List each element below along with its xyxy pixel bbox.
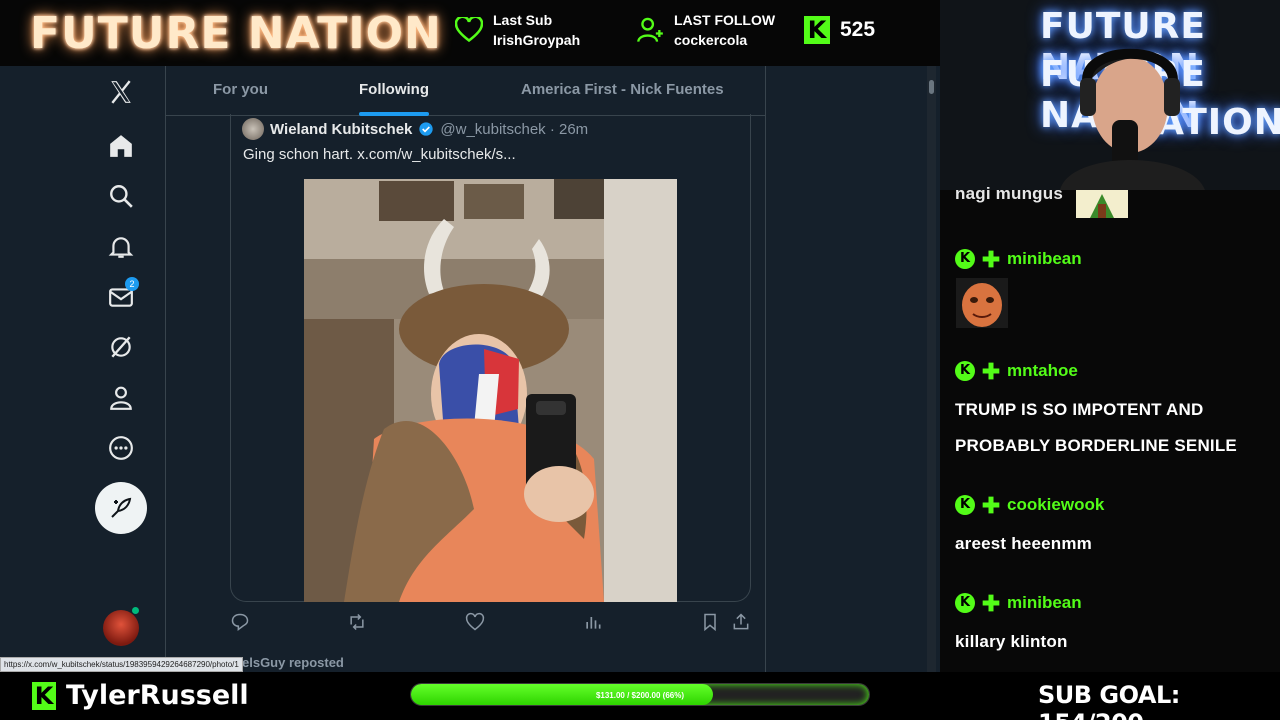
subscriber-badge-icon — [982, 250, 1000, 268]
chat-username[interactable]: minibean — [1007, 249, 1082, 269]
last-follow-alert: LAST FOLLOW cockercola — [636, 10, 775, 50]
tweet-photo[interactable] — [304, 179, 677, 602]
bookmark-icon[interactable] — [700, 612, 720, 632]
chat-username[interactable]: mntahoe — [1007, 361, 1078, 381]
chat-message-text-line-2: PROBABLY BORDERLINE SENILE — [955, 436, 1237, 455]
selfie-photo-image — [304, 179, 677, 602]
add-user-icon — [637, 17, 663, 42]
kick-badge-icon: K — [955, 249, 975, 269]
author-name[interactable]: Wieland Kubitschek — [270, 121, 412, 138]
last-sub-name: IrishGroypah — [493, 32, 581, 48]
sub-goal-text: SUB GOAL: 154/200 — [1038, 681, 1180, 720]
tweet-text[interactable]: Ging schon hart. x.com/w_kubitschek/s... — [243, 146, 516, 163]
streamer-silhouette — [1060, 48, 1205, 190]
browser-scrollbar[interactable] — [927, 66, 936, 672]
account-avatar[interactable] — [103, 610, 139, 646]
chat-username[interactable]: minibean — [1007, 593, 1082, 613]
stream-chat: nagi mungus K minibean K mntahoe TRUMP I… — [940, 184, 1280, 672]
feather-quill-icon — [111, 497, 132, 518]
donation-goal-progress-bar: $131.00 / $200.00 (66%) — [410, 683, 870, 706]
future-nation-logo: FUTURE NATION — [30, 8, 442, 59]
messages-badge: 2 — [125, 277, 139, 291]
next-post-repost-label[interactable]: elsGuy reposted — [242, 655, 344, 670]
progress-text: $131.00 / $200.00 (66%) — [595, 691, 685, 700]
chat-username[interactable]: cookiewook — [1007, 495, 1104, 515]
kick-badge-icon: K — [955, 593, 975, 613]
grok-icon[interactable] — [107, 333, 135, 361]
share-icon[interactable] — [731, 612, 751, 632]
follower-count: 525 — [840, 18, 876, 41]
chat-emote-image — [1076, 190, 1128, 218]
last-sub-alert: Last Sub IrishGroypah — [455, 10, 580, 50]
subscriber-badge-icon — [982, 594, 1000, 612]
link-status-url: https://x.com/w_kubitschek/status/198395… — [0, 657, 243, 672]
compose-post-button[interactable] — [95, 482, 147, 534]
tab-following[interactable]: Following — [359, 81, 429, 98]
streamer-name: TylerRussell — [66, 680, 249, 711]
webcam-feed: FUTURE NATION FUTURE NATION NATION — [940, 0, 1280, 190]
tweet-action-bar — [166, 612, 765, 636]
kick-follower-count: K 525 — [804, 16, 875, 44]
tab-america-first-list[interactable]: America First - Nick Fuentes — [521, 81, 724, 98]
verified-badge-icon — [419, 122, 434, 136]
quoted-tweet-header: Wieland Kubitschek @w_kubitschek · 26m — [242, 118, 588, 140]
last-follow-name: cockercola — [674, 32, 748, 48]
x-timeline: For you Following America First - Nick F… — [165, 66, 766, 672]
chat-emote-image — [956, 278, 1008, 328]
timeline-tabs: For you Following America First - Nick F… — [166, 66, 765, 116]
profile-icon[interactable] — [107, 384, 135, 412]
author-avatar[interactable] — [242, 118, 264, 140]
kick-logo-icon: K — [32, 682, 56, 710]
heart-icon — [455, 17, 483, 43]
chat-partial-message: nagi mungus — [955, 184, 1063, 203]
home-icon[interactable] — [107, 132, 135, 160]
subscriber-badge-icon — [982, 362, 1000, 380]
chat-message-text: killary klinton — [955, 632, 1068, 651]
notifications-bell-icon[interactable] — [107, 233, 135, 261]
x-sidebar: 2 — [0, 66, 165, 672]
x-right-pane — [766, 66, 940, 672]
author-handle-time[interactable]: @w_kubitschek · 26m — [440, 121, 588, 138]
views-chart-icon[interactable] — [583, 612, 603, 632]
chat-message-username[interactable]: K mntahoe — [955, 361, 1078, 381]
chat-message-text: areest heeenmm — [955, 534, 1092, 553]
x-logo-icon[interactable] — [107, 78, 135, 106]
kick-badge-icon: K — [955, 495, 975, 515]
stream-top-bar: FUTURE NATION Last Sub IrishGroypah LAST… — [0, 0, 940, 66]
scrollbar-thumb[interactable] — [929, 80, 934, 94]
online-status-dot — [132, 607, 139, 614]
last-follow-label: LAST FOLLOW — [674, 12, 776, 28]
reply-icon[interactable] — [230, 612, 250, 632]
chat-message-username[interactable]: K minibean — [955, 249, 1082, 269]
search-icon[interactable] — [107, 182, 135, 210]
kick-badge-icon: K — [955, 361, 975, 381]
last-sub-label: Last Sub — [493, 12, 553, 28]
chat-message-text-line-1: TRUMP IS SO IMPOTENT AND — [955, 400, 1204, 419]
messages-envelope-icon[interactable]: 2 — [107, 277, 139, 311]
subscriber-badge-icon — [982, 496, 1000, 514]
kick-logo-icon: K — [804, 16, 830, 44]
repost-icon[interactable] — [347, 612, 367, 632]
like-heart-icon[interactable] — [465, 612, 485, 632]
chat-message-username[interactable]: K cookiewook — [955, 495, 1104, 515]
chat-message-username[interactable]: K minibean — [955, 593, 1082, 613]
more-icon[interactable] — [107, 434, 135, 462]
stream-bottom-bar: K TylerRussell $131.00 / $200.00 (66%) S… — [0, 672, 1280, 720]
tab-for-you[interactable]: For you — [213, 81, 268, 98]
